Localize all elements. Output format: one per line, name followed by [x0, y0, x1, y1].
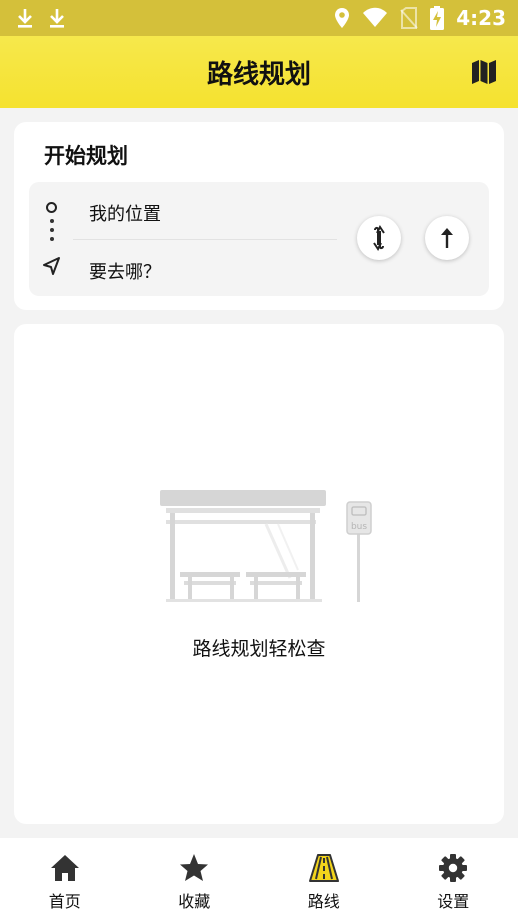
bus-sign-text: bus — [351, 522, 367, 532]
origin-dot-icon — [46, 202, 57, 213]
download-icon — [50, 9, 64, 28]
go-button[interactable] — [425, 216, 469, 260]
route-dots-icon — [50, 219, 54, 246]
map-button[interactable] — [470, 58, 498, 86]
empty-state-message: 路线规划轻松查 — [192, 638, 326, 660]
origin-field[interactable]: 我的位置 — [89, 200, 161, 226]
gear-icon — [437, 852, 469, 884]
home-icon — [49, 852, 81, 884]
status-left — [16, 7, 66, 29]
swap-icon — [373, 225, 385, 251]
nav-label: 设置 — [437, 892, 470, 911]
route-input-box: 我的位置 要去哪？ — [29, 182, 489, 296]
wifi-icon — [363, 7, 388, 27]
nav-item-favorites[interactable]: 收藏 — [130, 838, 260, 922]
nav-label: 收藏 — [178, 892, 211, 911]
swap-button[interactable] — [357, 216, 401, 260]
status-right: 4:23 — [334, 6, 506, 30]
star-icon — [178, 852, 210, 884]
plan-heading: 开始规划 — [44, 144, 128, 168]
divider — [73, 239, 337, 240]
nav-label: 路线 — [307, 892, 340, 911]
bus-stop-illustration: bus — [160, 490, 372, 602]
app-bar: 路线规划 — [0, 36, 518, 108]
empty-state-card: bus 路线规划轻松查 — [14, 324, 504, 824]
destination-field[interactable]: 要去哪？ — [89, 258, 161, 284]
location-pin-icon — [335, 8, 350, 28]
status-bar: 4:23 — [0, 0, 518, 36]
no-sim-icon — [400, 7, 418, 29]
road-icon — [308, 852, 340, 884]
download-icon — [18, 9, 32, 28]
battery-charging-icon — [430, 6, 445, 30]
nav-item-settings[interactable]: 设置 — [389, 838, 518, 922]
bottom-nav: 首页 收藏 路线 设置 — [0, 838, 518, 922]
plan-card: 开始规划 我的位置 要去哪？ — [14, 122, 504, 310]
navigation-arrow-icon — [43, 257, 60, 275]
map-icon — [472, 60, 496, 84]
nav-item-home[interactable]: 首页 — [0, 838, 130, 922]
arrow-up-icon — [441, 228, 453, 248]
nav-item-route[interactable]: 路线 — [259, 838, 389, 922]
nav-label: 首页 — [48, 892, 81, 911]
page-title: 路线规划 — [206, 59, 311, 90]
status-time: 4:23 — [456, 6, 506, 30]
